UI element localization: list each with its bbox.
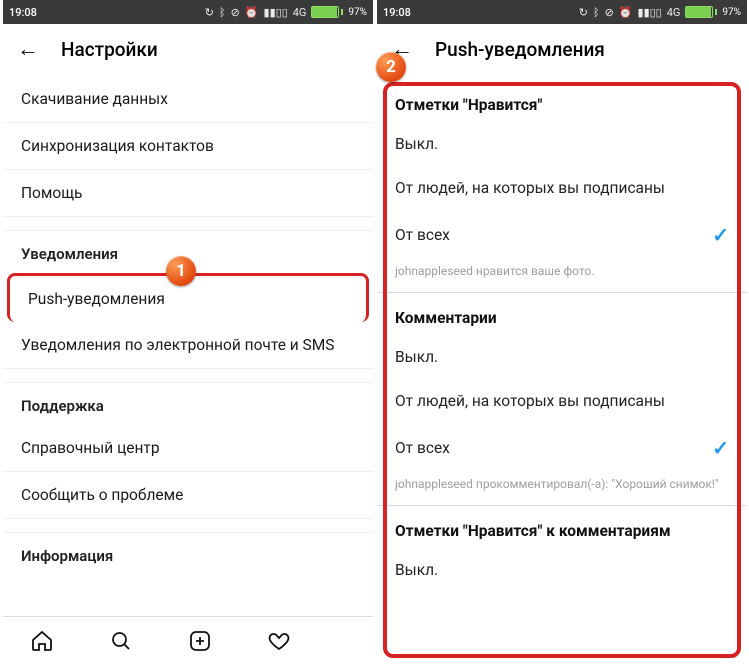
comments-example: johnappleseed прокомментировал(-а): "Хор… xyxy=(377,473,747,506)
header: ← Настройки xyxy=(3,24,373,76)
battery-icon xyxy=(685,6,717,18)
activity-icon[interactable] xyxy=(267,629,291,653)
item-download-data[interactable]: Скачивание данных xyxy=(3,76,373,123)
section-support: Поддержка xyxy=(3,383,373,425)
sync-icon: ↻ xyxy=(579,6,588,19)
comments-option-off[interactable]: Выкл. xyxy=(377,335,747,379)
status-bar: 19:08 ↻ ᛒ ⊘ ⏰ ▮▮▯▯ 4G 97% xyxy=(3,0,373,24)
status-icons: ↻ ᛒ ⊘ ⏰ ▮▮▯▯ 4G 97% xyxy=(205,6,367,19)
network-type: 4G xyxy=(293,6,307,19)
settings-list: Скачивание данных Синхронизация контакто… xyxy=(3,76,373,575)
option-label: Выкл. xyxy=(395,348,438,366)
group-likes-title: Отметки "Нравится" xyxy=(377,80,747,122)
item-email-sms[interactable]: Уведомления по электронной почте и SMS xyxy=(3,322,373,369)
spacer xyxy=(3,369,373,383)
push-settings-body: Отметки "Нравится" Выкл. От людей, на ко… xyxy=(377,76,747,592)
option-label: Выкл. xyxy=(395,561,438,579)
likes-option-everyone[interactable]: От всех ✓ xyxy=(377,210,747,260)
item-help-center[interactable]: Справочный центр xyxy=(3,425,373,472)
comment-likes-option-off[interactable]: Выкл. xyxy=(377,548,747,592)
status-time: 19:08 xyxy=(9,6,37,19)
status-time: 19:08 xyxy=(383,6,411,19)
battery-icon xyxy=(311,6,343,18)
item-report-problem[interactable]: Сообщить о проблеме xyxy=(3,472,373,519)
add-post-icon[interactable] xyxy=(188,629,212,653)
item-help[interactable]: Помощь xyxy=(3,170,373,217)
alarm-icon: ⏰ xyxy=(245,6,259,19)
signal-icon: ▮▮▯▯ xyxy=(638,6,662,19)
signal-icon: ▮▮▯▯ xyxy=(264,6,288,19)
bottom-nav xyxy=(3,616,373,664)
page-title: Push-уведомления xyxy=(435,38,605,61)
annotation-badge-1: 1 xyxy=(166,256,196,286)
item-sync-contacts[interactable]: Синхронизация контактов xyxy=(3,123,373,170)
do-not-disturb-icon: ⊘ xyxy=(605,6,614,19)
bluetooth-icon: ᛒ xyxy=(219,6,226,19)
group-comment-likes-title: Отметки "Нравится" к комментариям xyxy=(377,506,747,548)
page-title: Настройки xyxy=(61,38,158,61)
comments-option-everyone[interactable]: От всех ✓ xyxy=(377,423,747,473)
status-icons: ↻ ᛒ ⊘ ⏰ ▮▮▯▯ 4G 97% xyxy=(579,6,741,19)
section-info: Информация xyxy=(3,533,373,575)
comments-option-following[interactable]: От людей, на которых вы подписаны xyxy=(377,379,747,423)
check-icon: ✓ xyxy=(712,436,729,460)
battery-percent: 97% xyxy=(722,7,741,18)
annotation-badge-2: 2 xyxy=(376,52,406,82)
search-icon[interactable] xyxy=(109,629,133,653)
do-not-disturb-icon: ⊘ xyxy=(231,6,240,19)
phone-left-settings: 19:08 ↻ ᛒ ⊘ ⏰ ▮▮▯▯ 4G 97% ← Настройки Ск… xyxy=(3,0,373,664)
likes-option-following[interactable]: От людей, на которых вы подписаны xyxy=(377,166,747,210)
likes-example: johnappleseed нравится ваше фото. xyxy=(377,260,747,293)
option-label: От людей, на которых вы подписаны xyxy=(395,179,665,197)
phone-right-push: 19:08 ↻ ᛒ ⊘ ⏰ ▮▮▯▯ 4G 97% ← Push-уведомл… xyxy=(377,0,747,664)
network-type: 4G xyxy=(667,6,681,19)
back-icon[interactable]: ← xyxy=(17,39,39,61)
header: ← Push-уведомления xyxy=(377,24,747,76)
option-label: От всех xyxy=(395,439,450,457)
alarm-icon: ⏰ xyxy=(619,6,633,19)
bluetooth-icon: ᛒ xyxy=(593,6,600,19)
option-label: Выкл. xyxy=(395,135,438,153)
status-bar: 19:08 ↻ ᛒ ⊘ ⏰ ▮▮▯▯ 4G 97% xyxy=(377,0,747,24)
sync-icon: ↻ xyxy=(205,6,214,19)
battery-percent: 97% xyxy=(348,7,367,18)
group-comments-title: Комментарии xyxy=(377,293,747,335)
check-icon: ✓ xyxy=(712,223,729,247)
option-label: От людей, на которых вы подписаны xyxy=(395,392,665,410)
likes-option-off[interactable]: Выкл. xyxy=(377,122,747,166)
option-label: От всех xyxy=(395,226,450,244)
home-icon[interactable] xyxy=(30,629,54,653)
spacer xyxy=(3,519,373,533)
spacer xyxy=(3,217,373,231)
